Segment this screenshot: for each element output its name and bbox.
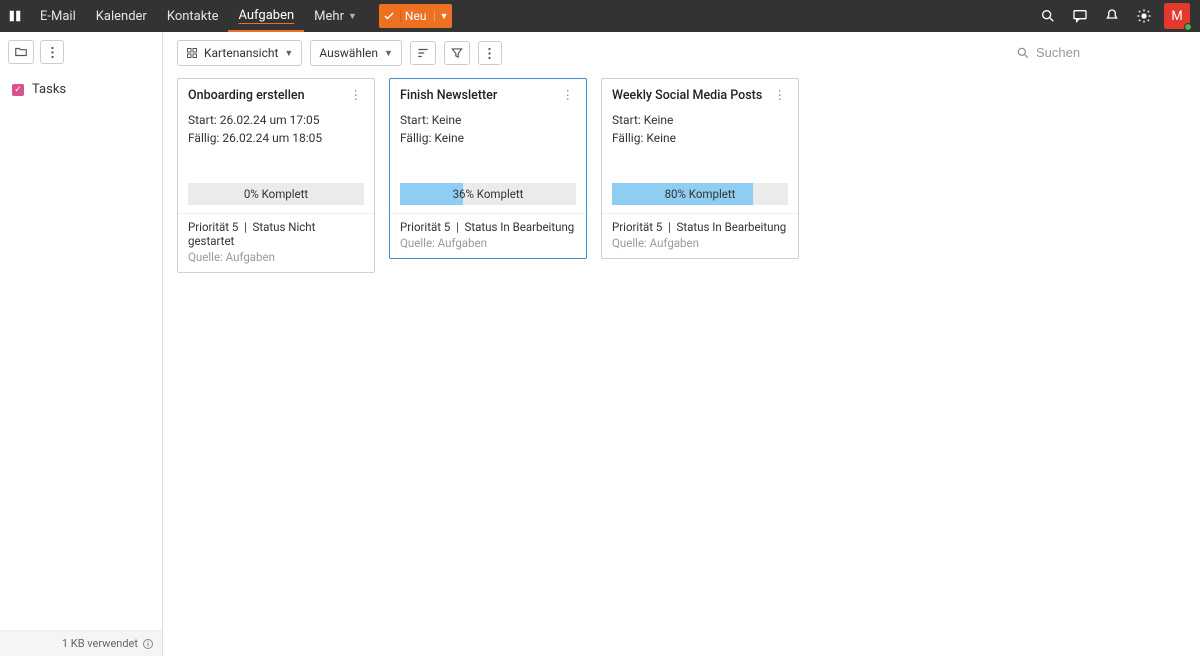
task-card[interactable]: Finish Newsletter ⋮ Start: Keine Fällig:… xyxy=(389,78,587,259)
bell-icon[interactable] xyxy=(1096,0,1128,32)
sort-button[interactable] xyxy=(410,41,436,65)
select-dropdown-label: Auswählen xyxy=(319,46,378,60)
card-source: Quelle: Aufgaben xyxy=(390,236,586,258)
card-meta: Priorität 5 | Status In Bearbeitung xyxy=(390,213,586,236)
view-dropdown-label: Kartenansicht xyxy=(204,46,278,60)
card-status: Status In Bearbeitung xyxy=(465,220,575,234)
select-dropdown[interactable]: Auswählen ▼ xyxy=(310,40,402,66)
theme-icon[interactable] xyxy=(1128,0,1160,32)
search[interactable] xyxy=(1016,45,1186,61)
toolbar-more-button[interactable] xyxy=(478,41,502,65)
new-folder-button[interactable] xyxy=(8,40,34,64)
checkbox-checked-icon: ✓ xyxy=(12,84,24,96)
search-icon[interactable] xyxy=(1032,0,1064,32)
card-due: Fällig: 26.02.24 um 18:05 xyxy=(188,129,364,147)
main-content: Kartenansicht ▼ Auswählen ▼ xyxy=(163,32,1200,656)
card-progress: 80% Komplett xyxy=(612,183,788,205)
storage-text: 1 KB verwendet xyxy=(62,637,138,650)
chevron-down-icon: ▼ xyxy=(284,48,293,59)
chevron-down-icon: ▼ xyxy=(348,11,357,22)
card-start: Start: Keine xyxy=(612,111,788,129)
info-icon xyxy=(142,638,154,650)
chat-icon[interactable] xyxy=(1064,0,1096,32)
search-input[interactable] xyxy=(1036,45,1166,60)
progress-label: 80% Komplett xyxy=(665,187,736,201)
card-menu-button[interactable]: ⋮ xyxy=(560,87,577,103)
task-card[interactable]: Weekly Social Media Posts ⋮ Start: Keine… xyxy=(601,78,799,259)
card-start: Start: 26.02.24 um 17:05 xyxy=(188,111,364,129)
new-button[interactable]: Neu ▼ xyxy=(379,4,453,28)
card-progress: 36% Komplett xyxy=(400,183,576,205)
toolbar: Kartenansicht ▼ Auswählen ▼ xyxy=(163,32,1200,74)
card-source: Quelle: Aufgaben xyxy=(602,236,798,258)
nav-calendar[interactable]: Kalender xyxy=(86,0,157,32)
filter-button[interactable] xyxy=(444,41,470,65)
card-menu-button[interactable]: ⋮ xyxy=(348,87,365,103)
new-button-dropdown[interactable]: ▼ xyxy=(434,11,452,22)
card-title: Onboarding erstellen xyxy=(188,88,305,103)
card-status: Status In Bearbeitung xyxy=(677,220,787,234)
nav-email[interactable]: E-Mail xyxy=(30,0,86,32)
storage-footer: 1 KB verwendet xyxy=(0,630,162,656)
card-priority: Priorität 5 xyxy=(612,220,662,234)
grid-icon xyxy=(186,47,198,59)
card-source: Quelle: Aufgaben xyxy=(178,250,374,272)
card-due: Fällig: Keine xyxy=(612,129,788,147)
search-icon xyxy=(1016,46,1030,60)
sidebar-more-button[interactable] xyxy=(40,40,64,64)
avatar-initial: M xyxy=(1171,9,1182,24)
chevron-down-icon: ▼ xyxy=(384,48,393,59)
nav-tasks[interactable]: Aufgaben xyxy=(228,0,304,32)
topbar: E-Mail Kalender Kontakte Aufgaben Mehr ▼… xyxy=(0,0,1200,32)
view-dropdown[interactable]: Kartenansicht ▼ xyxy=(177,40,302,66)
card-progress: 0% Komplett xyxy=(188,183,364,205)
nav-contacts[interactable]: Kontakte xyxy=(157,0,229,32)
card-priority: Priorität 5 xyxy=(188,220,238,234)
card-priority: Priorität 5 xyxy=(400,220,450,234)
check-icon xyxy=(379,10,401,22)
sidebar-item-label: Tasks xyxy=(32,82,66,97)
sidebar-item-tasks[interactable]: ✓ Tasks xyxy=(8,76,154,103)
main-nav: E-Mail Kalender Kontakte Aufgaben Mehr ▼ xyxy=(30,0,367,32)
new-button-label: Neu xyxy=(401,9,435,23)
card-title: Weekly Social Media Posts xyxy=(612,88,762,103)
avatar[interactable]: M xyxy=(1164,3,1190,29)
card-start: Start: Keine xyxy=(400,111,576,129)
nav-more[interactable]: Mehr ▼ xyxy=(304,0,367,32)
nav-more-label: Mehr xyxy=(314,9,344,24)
progress-label: 0% Komplett xyxy=(244,187,308,201)
card-due: Fällig: Keine xyxy=(400,129,576,147)
sidebar: ✓ Tasks 1 KB verwendet xyxy=(0,32,163,656)
card-meta: Priorität 5 | Status Nicht gestartet xyxy=(178,213,374,250)
task-card[interactable]: Onboarding erstellen ⋮ Start: 26.02.24 u… xyxy=(177,78,375,273)
cards-area: Onboarding erstellen ⋮ Start: 26.02.24 u… xyxy=(163,74,1200,277)
card-title: Finish Newsletter xyxy=(400,88,497,103)
card-meta: Priorität 5 | Status In Bearbeitung xyxy=(602,213,798,236)
presence-indicator xyxy=(1184,23,1192,31)
app-logo[interactable] xyxy=(0,0,30,32)
card-menu-button[interactable]: ⋮ xyxy=(772,87,789,103)
progress-label: 36% Komplett xyxy=(453,187,524,201)
